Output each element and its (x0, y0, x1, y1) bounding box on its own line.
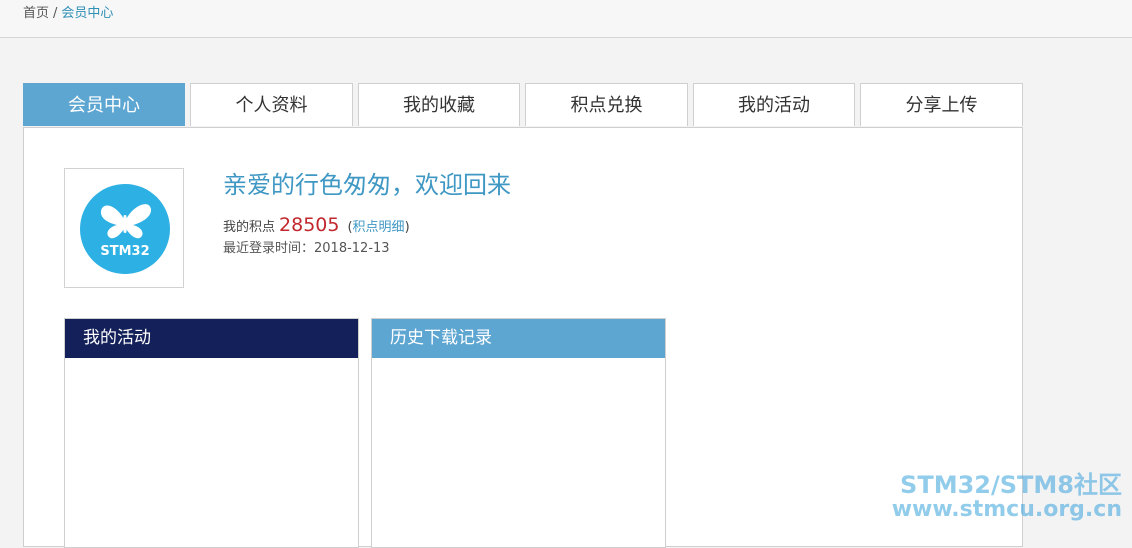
tab-my-activities[interactable]: 我的活动 (693, 83, 855, 126)
tab-favorites[interactable]: 我的收藏 (358, 83, 520, 126)
top-bar: 首页 / 会员中心 (0, 0, 1132, 38)
breadcrumb-current-link[interactable]: 会员中心 (61, 6, 113, 21)
points-label: 我的积点 (223, 220, 276, 235)
paren-close: ) (404, 220, 410, 235)
member-tabs: 会员中心 个人资料 我的收藏 积点兑换 我的活动 分享上传 (23, 83, 1023, 127)
points-detail-link[interactable]: 积点明细 (353, 220, 405, 235)
last-login-time: 最近登录时间：2018-12-13 (223, 241, 390, 256)
breadcrumb: 首页 / 会员中心 (23, 5, 113, 23)
watermark-line2: www.stmcu.org.cn (891, 497, 1122, 522)
svg-text:STM32: STM32 (100, 244, 149, 259)
breadcrumb-home-link[interactable]: 首页 (23, 6, 49, 21)
tab-profile[interactable]: 个人资料 (190, 83, 353, 126)
my-activities-box: 我的活动 (64, 318, 359, 548)
tab-member-center[interactable]: 会员中心 (23, 83, 185, 126)
points-info: 我的积点 28505 (积点明细) (223, 213, 410, 240)
breadcrumb-separator: / (53, 6, 58, 21)
avatar[interactable]: STM32 (64, 168, 184, 288)
stm32-logo-icon: STM32 (80, 184, 170, 274)
tab-share-upload[interactable]: 分享上传 (860, 83, 1023, 126)
tab-points-exchange[interactable]: 积点兑换 (525, 83, 688, 126)
download-history-header: 历史下载记录 (372, 319, 665, 358)
points-value: 28505 (279, 214, 340, 236)
download-history-box: 历史下载记录 (371, 318, 666, 548)
watermark-line1: STM32/STM8社区 (900, 471, 1122, 499)
my-activities-header: 我的活动 (65, 319, 358, 358)
site-watermark: STM32/STM8社区 www.stmcu.org.cn (892, 472, 1122, 522)
welcome-message: 亲爱的行色匆匆，欢迎回来 (223, 171, 511, 199)
